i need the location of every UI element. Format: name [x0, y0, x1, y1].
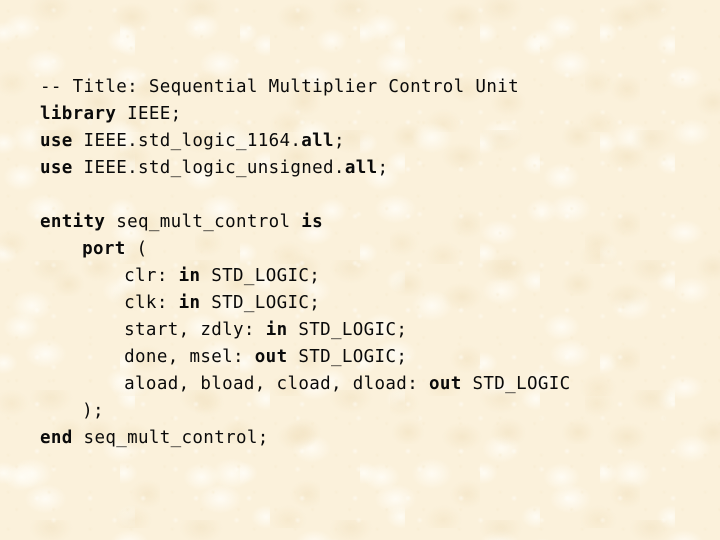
- code-text: seq_mult_control;: [72, 428, 269, 448]
- code-text: IEEE.std_logic_unsigned.: [72, 158, 345, 178]
- vhdl-code-block: -- Title: Sequential Multiplier Control …: [40, 74, 700, 452]
- line-port-done-msel: done, msel: out STD_LOGIC;: [40, 344, 700, 371]
- line-port-close: );: [40, 398, 700, 425]
- line-use-std-logic-1164: use IEEE.std_logic_1164.all;: [40, 128, 700, 155]
- code-keyword: in: [178, 266, 201, 286]
- code-text: clr:: [124, 266, 179, 286]
- code-text: STD_LOGIC;: [287, 320, 408, 340]
- code-text: STD_LOGIC: [461, 374, 571, 394]
- code-keyword: library: [40, 104, 117, 124]
- code-text: seq_mult_control: [105, 212, 302, 232]
- code-text: IEEE.std_logic_1164.: [72, 131, 302, 151]
- line-port-clr: clr: in STD_LOGIC;: [40, 263, 700, 290]
- code-keyword: end: [40, 428, 73, 448]
- code-keyword: in: [178, 293, 201, 313]
- code-keyword: is: [301, 212, 324, 232]
- code-text: ;: [333, 131, 345, 151]
- line-use-std-logic-unsigned: use IEEE.std_logic_unsigned.all;: [40, 155, 700, 182]
- code-keyword: use: [40, 158, 73, 178]
- code-keyword: out: [254, 347, 288, 367]
- code-keyword: out: [428, 374, 462, 394]
- line-port-clk: clk: in STD_LOGIC;: [40, 290, 700, 317]
- line-port-open: port (: [40, 236, 700, 263]
- code-keyword: all: [301, 131, 334, 151]
- line-port-loads: aload, bload, cload, dload: out STD_LOGI…: [40, 371, 700, 398]
- line-library-ieee: library IEEE;: [40, 101, 700, 128]
- line-entity-declaration: entity seq_mult_control is: [40, 209, 700, 236]
- code-keyword: in: [265, 320, 288, 340]
- code-keyword: port: [82, 239, 126, 259]
- code-text: start, zdly:: [124, 320, 266, 340]
- code-text: IEEE;: [116, 104, 182, 124]
- line-blank-1: [40, 182, 700, 209]
- code-keyword: all: [344, 158, 378, 178]
- code-text: STD_LOGIC;: [287, 347, 408, 367]
- line-title-comment: -- Title: Sequential Multiplier Control …: [40, 74, 700, 101]
- code-keyword: use: [40, 131, 73, 151]
- code-text: STD_LOGIC;: [200, 293, 321, 313]
- code-text: clk:: [124, 293, 179, 313]
- code-text: -- Title: Sequential Multiplier Control …: [40, 77, 519, 97]
- line-end-entity: end seq_mult_control;: [40, 425, 700, 452]
- code-text: done, msel:: [124, 347, 255, 367]
- code-text: aload, bload, cload, dload:: [124, 374, 429, 394]
- code-text: );: [82, 401, 104, 421]
- code-keyword: entity: [40, 212, 106, 232]
- slide-canvas: -- Title: Sequential Multiplier Control …: [0, 0, 720, 540]
- code-text: ;: [377, 158, 389, 178]
- code-text: (: [125, 239, 148, 259]
- line-port-start-zdly: start, zdly: in STD_LOGIC;: [40, 317, 700, 344]
- code-text: STD_LOGIC;: [200, 266, 321, 286]
